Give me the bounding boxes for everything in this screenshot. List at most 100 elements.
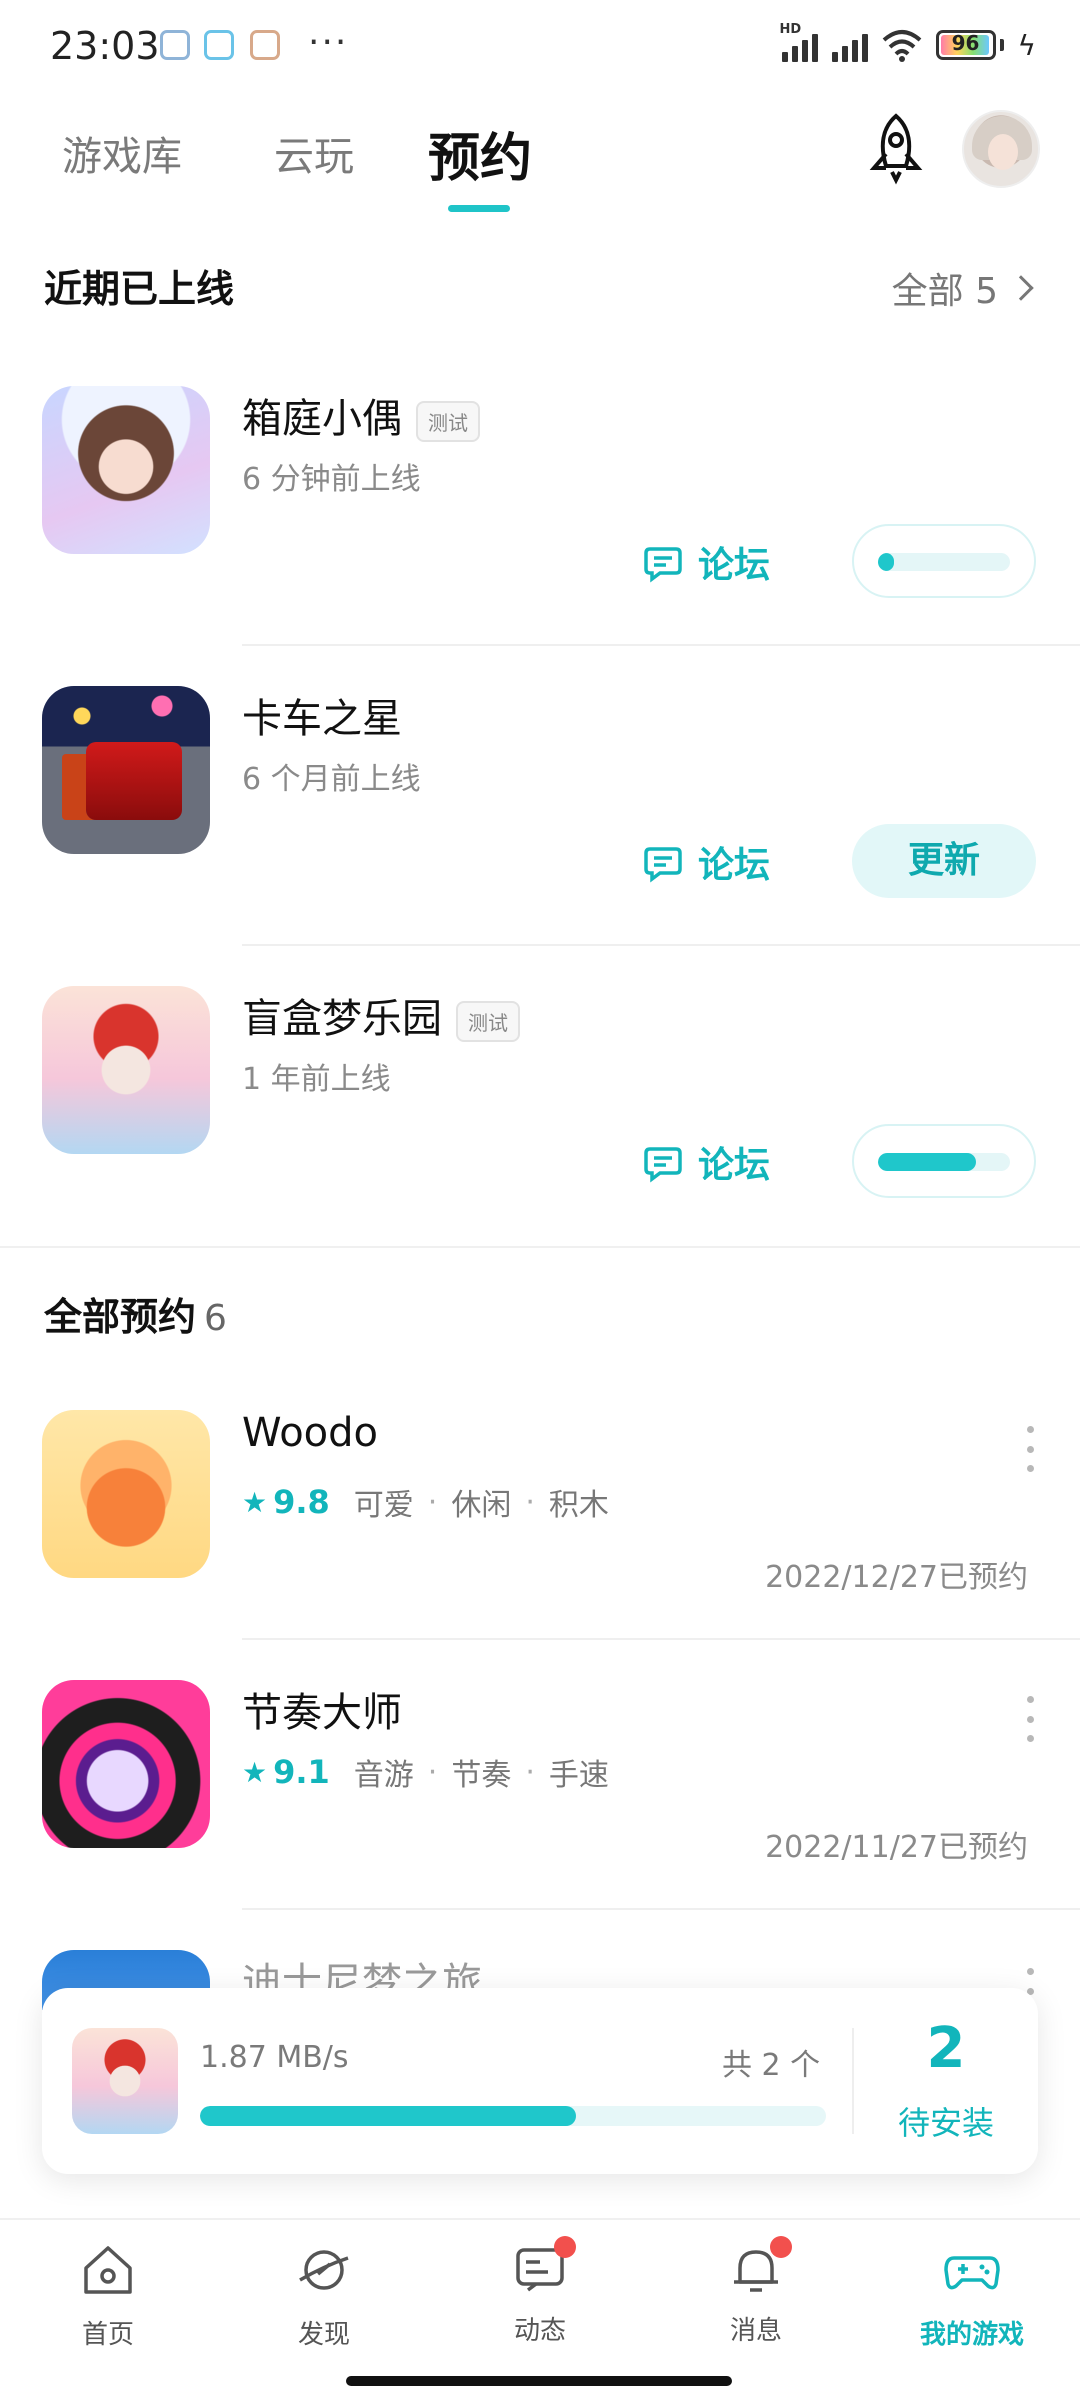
notification-app-icon [160,30,190,60]
divider [242,1908,1080,1910]
game-name: 箱庭小偶 测试 [242,386,480,444]
tag: 节奏 [451,1758,512,1793]
rating-score: 9.8 [273,1483,330,1521]
section-divider [0,1246,1080,1248]
game-title: Woodo [242,1410,379,1456]
reservation-row[interactable]: Woodo ★ 9.8 可爱 · 休闲 · 积木 2022/12/27已预约 [0,1410,1080,1640]
forum-label: 论坛 [698,1145,771,1186]
cell-signal-icon [831,28,868,62]
nav-label: 发现 [297,2320,350,2350]
rating-and-tags: ★ 9.1 音游 · 节奏 · 手速 [242,1750,609,1794]
tab-cloud-play[interactable]: 云玩 [274,124,354,182]
download-progress-fill [878,553,894,571]
test-badge: 测试 [416,400,480,442]
avatar[interactable] [962,110,1040,188]
rocket-icon[interactable] [858,110,934,186]
tag: 手速 [548,1758,609,1793]
tag: 音游 [353,1758,414,1793]
release-time: 1 年前上线 [242,1062,391,1097]
release-time: 6 分钟前上线 [242,462,421,497]
divider [242,1638,1080,1640]
download-progress-fill [200,2106,576,2126]
nav-feed[interactable]: 动态 [432,2236,648,2347]
forum-icon [644,1147,682,1183]
forum-label: 论坛 [698,545,771,586]
reservations-section-title: 全部预约 6 [44,1286,227,1341]
more-options-icon[interactable] [1020,1426,1040,1472]
downloading-game-icon [72,2028,178,2134]
tag: 积木 [548,1488,609,1523]
reservation-date: 2022/11/27已预约 [765,1830,1028,1865]
status-indicators: HD 96 ϟ [780,22,1036,62]
rating-score: 9.1 [273,1753,330,1791]
release-time: 6 个月前上线 [242,762,421,797]
game-title: 盲盒梦乐园 [242,996,442,1042]
game-icon [42,686,210,854]
nav-home[interactable]: 首页 [0,2240,216,2351]
top-tabs: 游戏库 云玩 预约 [0,110,1080,220]
recent-section-title: 近期已上线 [44,267,235,311]
divider [242,644,1080,646]
nav-label: 我的游戏 [919,2320,1024,2350]
recent-game-row[interactable]: 卡车之星 6 个月前上线 论坛 更新 [0,686,1080,946]
game-title: 箱庭小偶 [242,396,402,442]
reservation-row[interactable]: 节奏大师 ★ 9.1 音游 · 节奏 · 手速 2022/11/27已预约 [0,1680,1080,1910]
tab-reservations[interactable]: 预约 [428,116,532,191]
nav-label: 首页 [81,2320,134,2350]
nav-my-games[interactable]: 我的游戏 [864,2240,1080,2351]
notification-dot [554,2236,576,2258]
pending-install-count[interactable]: 2 [854,2016,1038,2081]
forum-label: 论坛 [698,845,771,886]
notification-dot [770,2236,792,2258]
game-icon [42,1680,210,1848]
home-indicator[interactable] [346,2376,732,2386]
star-icon: ★ [242,1755,268,1789]
forum-button[interactable]: 论坛 [642,836,770,888]
forum-button[interactable]: 论坛 [642,1136,770,1188]
game-icon [42,386,210,554]
download-progress-fill [878,1153,976,1171]
forum-icon [644,847,682,883]
bottom-navigation: 首页 发现 动态 消息 我的游戏 [0,2218,1080,2366]
rating-and-tags: ★ 9.8 可爱 · 休闲 · 积木 [242,1480,609,1524]
download-progress-button[interactable] [852,1124,1036,1198]
tag: 休闲 [451,1488,512,1523]
notification-app-icon [204,30,234,60]
reservations-title: 全部预约 [44,1295,197,1339]
discover-icon [299,2250,349,2290]
battery-icon: 96 [935,30,996,60]
game-icon [42,986,210,1154]
forum-button[interactable]: 论坛 [642,536,770,588]
more-notifications-icon: ··· [308,22,349,63]
reservations-count: 6 [204,1298,227,1339]
battery-level: 96 [951,31,980,55]
status-time: 23:03 [50,24,160,68]
tab-game-library[interactable]: 游戏库 [62,124,182,182]
game-name: 卡车之星 [242,686,402,744]
download-progress-button[interactable] [852,524,1036,598]
see-all-label: 全部 5 [891,271,998,312]
game-icon [42,1410,210,1578]
active-tab-indicator [448,205,510,212]
recent-game-row[interactable]: 箱庭小偶 测试 6 分钟前上线 论坛 [0,386,1080,646]
recent-game-row[interactable]: 盲盒梦乐园 测试 1 年前上线 论坛 [0,986,1080,1246]
star-icon: ★ [242,1485,268,1519]
nav-label: 动态 [513,2316,566,2346]
nav-label: 消息 [729,2316,782,2346]
charging-icon: ϟ [1017,28,1036,62]
nav-messages[interactable]: 消息 [648,2236,864,2347]
cell-signal-hd-icon: HD [780,22,818,62]
tag: 可爱 [353,1488,414,1523]
chevron-right-icon [1008,275,1034,301]
nav-discover[interactable]: 发现 [216,2240,432,2351]
download-manager-card[interactable]: 1.87 MB/s 共 2 个 2 待安装 [42,1988,1038,2174]
status-bar: 23:03 ··· HD 96 ϟ [0,0,1080,96]
notification-app-icon [250,30,280,60]
divider [242,944,1080,946]
game-title: 节奏大师 [242,1690,402,1736]
more-options-icon[interactable] [1020,1696,1040,1742]
see-all-link[interactable]: 全部 5 [891,262,1034,314]
pending-install-label[interactable]: 待安装 [854,2098,1038,2144]
update-button[interactable]: 更新 [852,824,1036,898]
download-progress-bar [200,2106,826,2126]
